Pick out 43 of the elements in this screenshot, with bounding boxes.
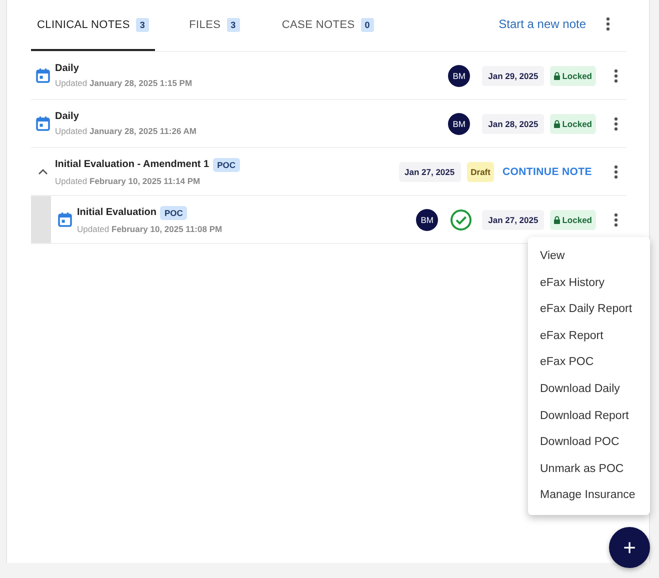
date-chip: Jan 28, 2025 (482, 114, 544, 134)
note-title[interactable]: Initial Evaluation (77, 207, 156, 218)
menu-item[interactable]: Download Daily (528, 376, 650, 403)
menu-item[interactable]: Unmark as POC (528, 456, 650, 482)
status-badge: Locked (550, 210, 596, 230)
status-badge: Locked (550, 66, 596, 86)
calendar-icon (36, 116, 50, 131)
tab[interactable]: FILES 3 (181, 0, 248, 51)
menu-item[interactable]: Download Report (528, 402, 650, 430)
menu-item[interactable]: Download POC (528, 429, 650, 456)
count-badge: 0 (360, 18, 374, 32)
caret-icon[interactable] (38, 168, 48, 174)
date-chip: Jan 29, 2025 (482, 66, 544, 86)
updated-text: Updated January 28, 2025 11:26 AM (55, 126, 198, 136)
continue-note-link[interactable]: CONTINUE NOTE (502, 166, 592, 178)
menu-item[interactable]: eFax Report (528, 322, 650, 350)
poc-badge: POC (160, 206, 187, 220)
status-badge: Draft (466, 162, 494, 182)
date-chip: Jan 27, 2025 (398, 162, 461, 182)
poc-badge: POC (213, 158, 240, 172)
note-title[interactable]: Daily (55, 111, 79, 122)
updated-text: Updated February 10, 2025 11:14 PM (55, 176, 202, 186)
avatar: BM (448, 64, 470, 86)
count-badge: 3 (226, 18, 240, 32)
avatar: BM (448, 112, 470, 134)
menu-item[interactable]: eFax History (528, 270, 650, 296)
menu-item[interactable]: View (528, 243, 650, 270)
count-badge: 3 (136, 18, 150, 32)
new-note-link[interactable]: Start a new note (498, 16, 586, 30)
tab[interactable]: CASE NOTES 0 (274, 0, 382, 51)
menu-item[interactable]: eFax POC (528, 349, 650, 376)
menu-item[interactable]: Manage Insurance (528, 482, 650, 509)
tab[interactable]: CLINICAL NOTES 3 (31, 0, 156, 51)
updated-text: Updated February 10, 2025 11:08 PM (77, 224, 224, 234)
note-title[interactable]: Initial Evaluation - Amendment 1 (55, 159, 210, 170)
menu-item[interactable]: eFax Daily Report (528, 296, 650, 323)
avatar: BM (416, 208, 438, 230)
date-chip: Jan 27, 2025 (482, 210, 544, 230)
calendar-icon (58, 212, 72, 227)
note-title[interactable]: Daily (55, 63, 79, 74)
calendar-icon (36, 68, 50, 83)
status-badge: Locked (550, 114, 596, 134)
updated-text: Updated January 28, 2025 1:15 PM (55, 78, 194, 88)
